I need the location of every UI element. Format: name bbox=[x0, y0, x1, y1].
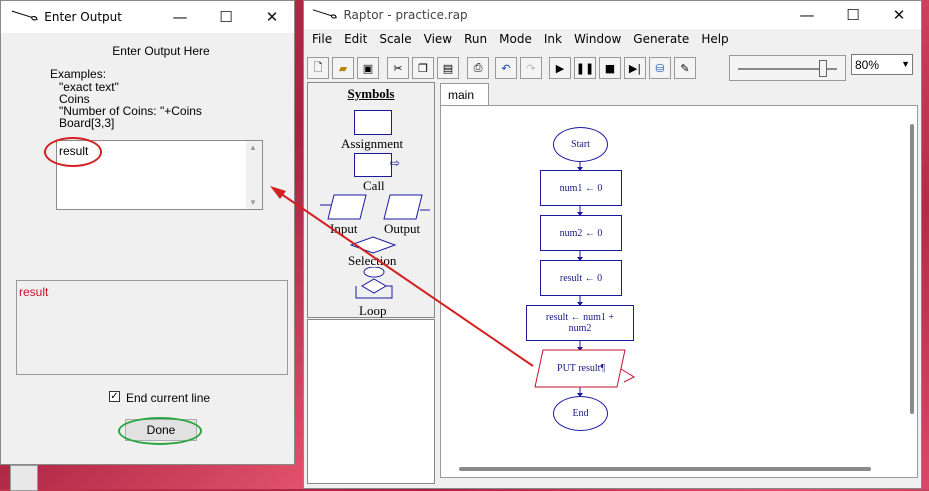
annotation-arrow bbox=[273, 188, 534, 367]
output-node-label[interactable]: PUT result¶ bbox=[540, 363, 622, 374]
end-node[interactable]: End bbox=[553, 396, 608, 431]
assignment-node[interactable]: result ← 0 bbox=[540, 260, 622, 296]
assignment-node[interactable]: result ← num1 + num2 bbox=[526, 305, 634, 341]
assignment-node[interactable]: num1 ← 0 bbox=[540, 170, 622, 206]
flowchart-connectors bbox=[270, 162, 636, 397]
assignment-node[interactable]: num2 ← 0 bbox=[540, 215, 622, 251]
start-node[interactable]: Start bbox=[553, 127, 608, 162]
